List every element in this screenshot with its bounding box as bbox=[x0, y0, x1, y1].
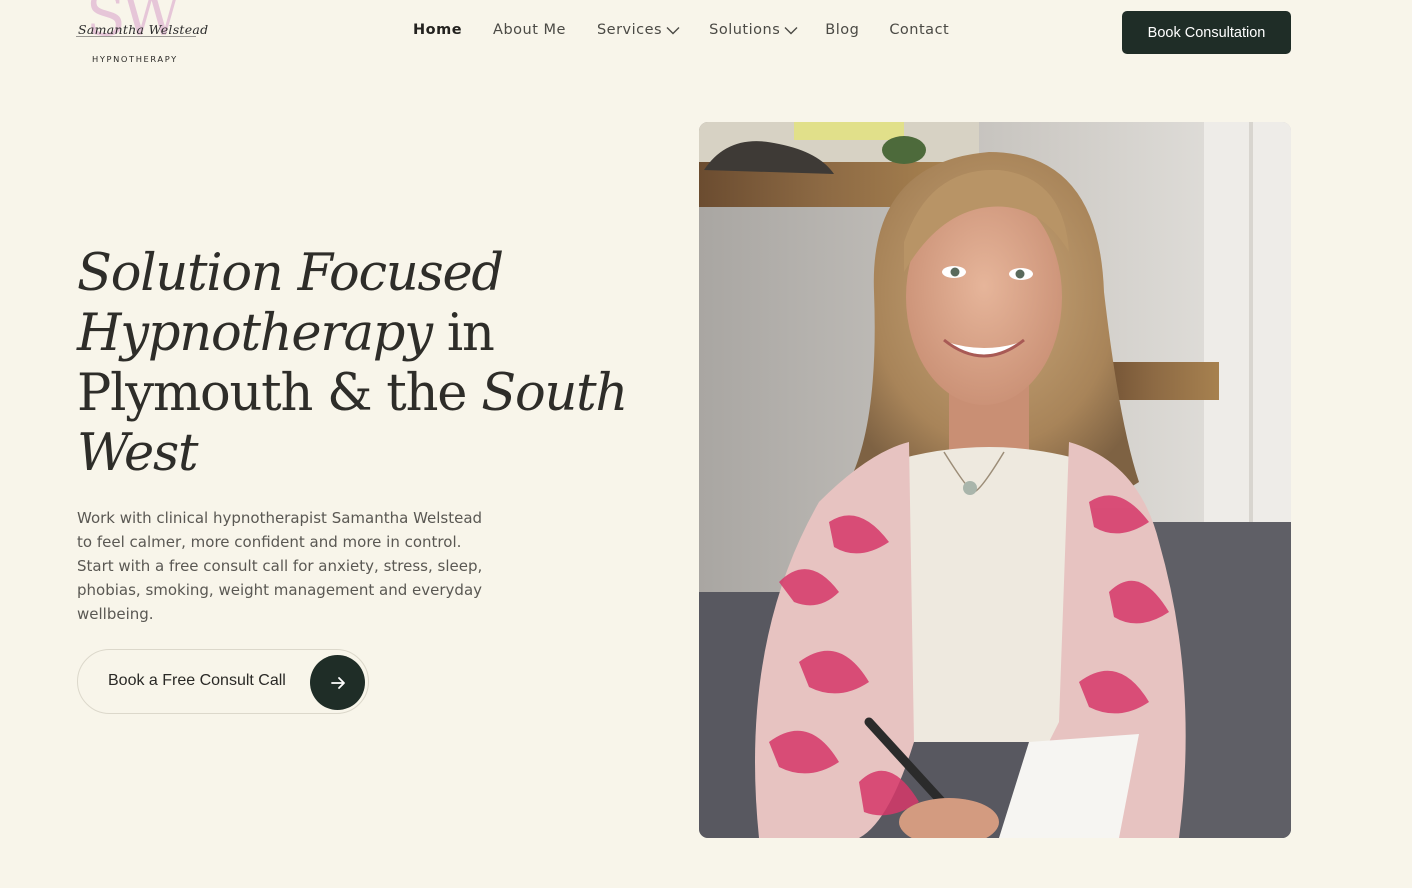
hero-portrait-image bbox=[699, 122, 1291, 838]
hero-title-part6: West bbox=[77, 424, 199, 483]
nav-about-me[interactable]: About Me bbox=[493, 22, 566, 38]
chevron-down-icon bbox=[666, 26, 680, 34]
logo-script-name: Samantha Welstead bbox=[78, 22, 209, 37]
nav-services-label: Services bbox=[596, 22, 663, 38]
logo-subtitle: HYPNOTHERAPY bbox=[92, 54, 178, 64]
nav-home[interactable]: Home bbox=[413, 22, 462, 38]
cta-label: Book a Free Consult Call bbox=[108, 672, 286, 689]
hero-title: Solution Focused Hypnotherapy in Plymouth … bbox=[77, 244, 637, 484]
book-free-consult-button[interactable]: Book a Free Consult Call bbox=[77, 649, 369, 714]
chevron-down-icon bbox=[784, 26, 798, 34]
hero-title-part3: in bbox=[431, 304, 495, 363]
site-header: SW Samantha Welstead HYPNOTHERAPY Home A… bbox=[0, 0, 1412, 70]
book-consultation-button[interactable]: Book Consultation bbox=[1122, 11, 1291, 54]
nav-services[interactable]: Services bbox=[597, 22, 680, 38]
nav-home-label: Home bbox=[413, 22, 463, 38]
nav-solutions[interactable]: Solutions bbox=[709, 22, 798, 38]
arrow-right-icon bbox=[310, 655, 365, 710]
nav-blog[interactable]: Blog bbox=[825, 22, 859, 38]
logo-underline bbox=[76, 36, 196, 37]
nav-blog-label: Blog bbox=[825, 22, 860, 38]
hero-title-part2: Hypnotherapy bbox=[77, 304, 433, 363]
hero-description: Work with clinical hypnotherapist Samant… bbox=[77, 509, 483, 623]
nav-about-me-label: About Me bbox=[493, 22, 566, 38]
nav-solutions-label: Solutions bbox=[709, 22, 781, 38]
portrait-illustration bbox=[699, 122, 1291, 838]
main-nav: Home About Me Services Solutions Blog Co… bbox=[413, 22, 949, 38]
brand-logo[interactable]: SW Samantha Welstead HYPNOTHERAPY bbox=[76, 0, 208, 66]
hero-title-part4: Plymouth & the bbox=[77, 364, 482, 423]
hero-title-part5: South bbox=[481, 364, 628, 423]
nav-contact-label: Contact bbox=[889, 22, 950, 38]
nav-contact[interactable]: Contact bbox=[889, 22, 949, 38]
hero-title-part1: Solution Focused bbox=[77, 244, 504, 303]
